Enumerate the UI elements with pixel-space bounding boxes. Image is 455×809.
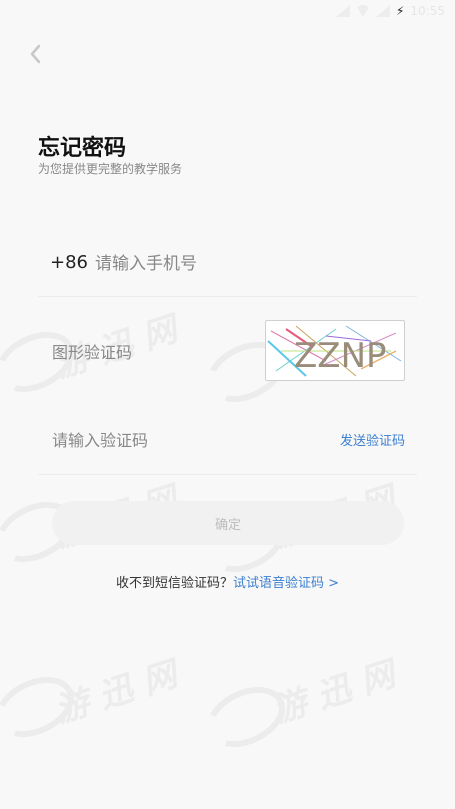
captcha-row: ZZNP bbox=[38, 297, 417, 381]
send-code-button[interactable]: 发送验证码 bbox=[340, 430, 405, 449]
no-code-hint: 收不到短信验证码？试试语音验证码 > bbox=[0, 572, 455, 591]
battery-charging-icon: ⚡ bbox=[395, 4, 405, 18]
captcha-text: ZZNP bbox=[294, 336, 387, 376]
watermark-text: 游 迅 网 bbox=[267, 654, 400, 732]
bluetooth-icon bbox=[335, 5, 350, 17]
captcha-image[interactable]: ZZNP bbox=[265, 320, 405, 381]
captcha-input[interactable] bbox=[50, 337, 234, 367]
wifi-icon bbox=[355, 5, 370, 17]
status-icons: ⚡ 10:55 bbox=[335, 4, 445, 18]
sms-code-input[interactable] bbox=[50, 425, 274, 455]
watermark-text: 游 迅 网 bbox=[49, 654, 182, 732]
status-time: 10:55 bbox=[410, 4, 445, 18]
phone-input[interactable] bbox=[93, 249, 357, 279]
confirm-button[interactable]: 确定 bbox=[52, 501, 404, 545]
phone-row: +86 bbox=[38, 230, 417, 297]
voice-code-link[interactable]: 试试语音验证码 > bbox=[233, 576, 339, 591]
sms-code-row: 发送验证码 bbox=[38, 400, 417, 475]
country-code[interactable]: +86 bbox=[50, 252, 88, 273]
no-code-text: 收不到短信验证码？ bbox=[115, 576, 233, 591]
page-subtitle: 为您提供更完整的教学服务 bbox=[38, 162, 183, 176]
page-title: 忘记密码 bbox=[38, 136, 127, 161]
signal-icon bbox=[375, 5, 390, 17]
chevron-left-icon bbox=[30, 44, 41, 64]
status-bar: ⚡ 10:55 bbox=[0, 0, 455, 24]
back-button[interactable] bbox=[26, 40, 46, 68]
